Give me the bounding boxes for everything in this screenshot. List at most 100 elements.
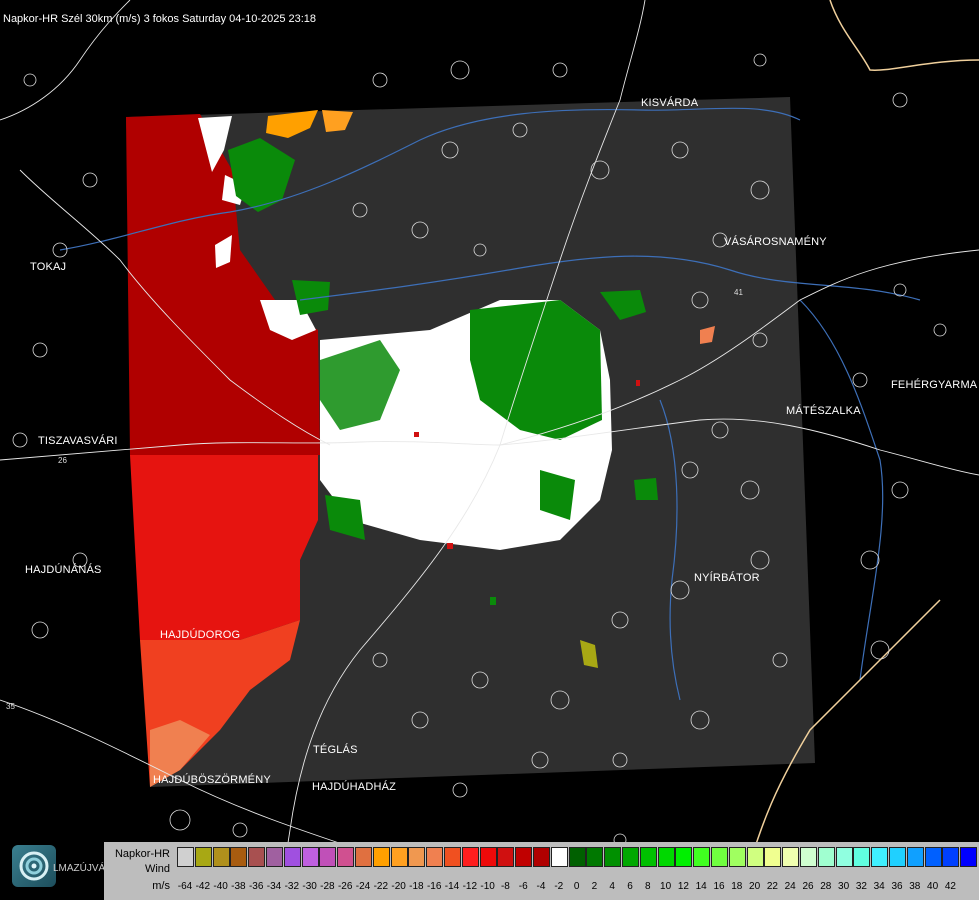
legend-swatch	[515, 847, 533, 867]
legend-label: 28	[820, 881, 832, 892]
legend-swatch	[337, 847, 355, 867]
legend-swatch	[906, 847, 924, 867]
legend-label: -18	[409, 881, 424, 892]
legend-swatch	[479, 847, 497, 867]
road-number-35: 35	[6, 702, 15, 711]
legend-label: 8	[645, 881, 651, 892]
legend-swatch	[194, 847, 212, 867]
legend-swatch	[444, 847, 461, 867]
legend-swatch	[817, 847, 835, 867]
legend-swatch	[711, 847, 728, 867]
city-label-kisvarda: KISVÁRDA	[641, 97, 699, 109]
city-label-tiszavasvari: TISZAVASVÁRI	[38, 435, 118, 447]
legend-label: -28	[320, 881, 335, 892]
color-legend: Napkor-HR Wind m/s -64 -42 -40 -38 -36 -34 -32…	[104, 842, 979, 900]
legend-swatch	[568, 847, 586, 867]
legend-label: 40	[927, 881, 939, 892]
legend-swatch	[960, 847, 978, 867]
legend-label: 32	[855, 881, 867, 892]
road-number-26: 26	[58, 456, 67, 465]
legend-swatch	[177, 847, 194, 867]
legend-label: -20	[391, 881, 406, 892]
legend-swatch	[248, 847, 266, 867]
legend-swatch	[889, 847, 906, 867]
legend-swatch	[942, 847, 960, 867]
legend-swatch	[266, 847, 283, 867]
legend-label: 24	[784, 881, 796, 892]
city-label-fehergyarmat: FEHÉRGYARMA	[891, 379, 978, 391]
legend-swatch	[390, 847, 408, 867]
legend-label: 14	[695, 881, 707, 892]
legend-swatch	[461, 847, 479, 867]
legend-swatch	[497, 847, 515, 867]
city-label-teglas: TÉGLÁS	[313, 744, 358, 756]
legend-label: -8	[500, 881, 510, 892]
legend-label: -22	[373, 881, 389, 892]
provider-logo	[12, 845, 56, 887]
legend-label: 10	[660, 881, 672, 892]
legend-swatch	[426, 847, 444, 867]
legend-label: 26	[802, 881, 814, 892]
legend-swatch	[728, 847, 746, 867]
legend-label: -12	[462, 881, 478, 892]
legend-swatch	[408, 847, 426, 867]
legend-swatch	[212, 847, 230, 867]
legend-label: -36	[248, 881, 264, 892]
legend-label: 2	[591, 881, 598, 892]
legend-swatch	[550, 847, 568, 867]
legend-swatch	[746, 847, 764, 867]
legend-swatch	[800, 847, 817, 867]
road-number-41: 41	[734, 288, 743, 297]
city-label-vasarosnameny: VÁSÁROSNAMÉNY	[724, 236, 827, 248]
legend-swatch	[604, 847, 622, 867]
city-label-hajdudorog: HAJDÚDOROG	[160, 629, 241, 641]
city-label-mateszalka: MÁTÉSZALKA	[786, 405, 861, 417]
legend-label: -64	[177, 881, 193, 892]
legend-swatch	[319, 847, 337, 867]
legend-label: 36	[891, 881, 903, 892]
legend-label: 18	[731, 881, 743, 892]
legend-label: 12	[677, 881, 689, 892]
legend-label: -42	[195, 881, 211, 892]
legend-label: 34	[873, 881, 885, 892]
legend-swatch	[853, 847, 871, 867]
legend-swatch	[693, 847, 711, 867]
swirl-icon	[19, 851, 49, 881]
legend-label: -6	[518, 881, 528, 892]
legend-label: 38	[909, 881, 921, 892]
legend-label: -14	[444, 881, 460, 892]
legend-swatch	[657, 847, 675, 867]
legend-swatch	[675, 847, 693, 867]
city-label-hajduboszormeny: HAJDÚBÖSZÖRMÉNY	[153, 774, 271, 786]
legend-label: -38	[231, 881, 246, 892]
radar-map	[0, 0, 979, 900]
legend-label: -40	[213, 881, 228, 892]
legend-swatch	[924, 847, 942, 867]
legend-label: -26	[337, 881, 353, 892]
legend-title-line2: Wind	[144, 863, 170, 875]
legend-swatch	[782, 847, 800, 867]
legend-label: -16	[426, 881, 442, 892]
legend-label: -2	[554, 881, 564, 892]
legend-label: 30	[838, 881, 850, 892]
legend-swatch	[372, 847, 390, 867]
legend-swatch	[301, 847, 319, 867]
legend-swatch	[355, 847, 372, 867]
legend-label: -4	[536, 881, 546, 892]
legend-label: -24	[355, 881, 371, 892]
legend-label: -32	[284, 881, 300, 892]
map-title: Napkor-HR Szél 30km (m/s) 3 fokos Saturd…	[3, 13, 317, 25]
legend-swatch	[835, 847, 853, 867]
legend-label: 22	[766, 881, 778, 892]
city-label-nyirbator: NYÍRBÁTOR	[694, 572, 760, 584]
legend-swatch	[639, 847, 657, 867]
legend-label: 42	[944, 881, 956, 892]
legend-swatch	[622, 847, 639, 867]
legend-swatch	[764, 847, 782, 867]
legend-label: 20	[749, 881, 761, 892]
legend-swatch	[533, 847, 550, 867]
city-label-hajduhadhaz: HAJDÚHADHÁZ	[312, 781, 397, 793]
legend-swatch	[283, 847, 301, 867]
echo-red	[130, 455, 318, 640]
legend-title-line3: m/s	[152, 880, 170, 892]
